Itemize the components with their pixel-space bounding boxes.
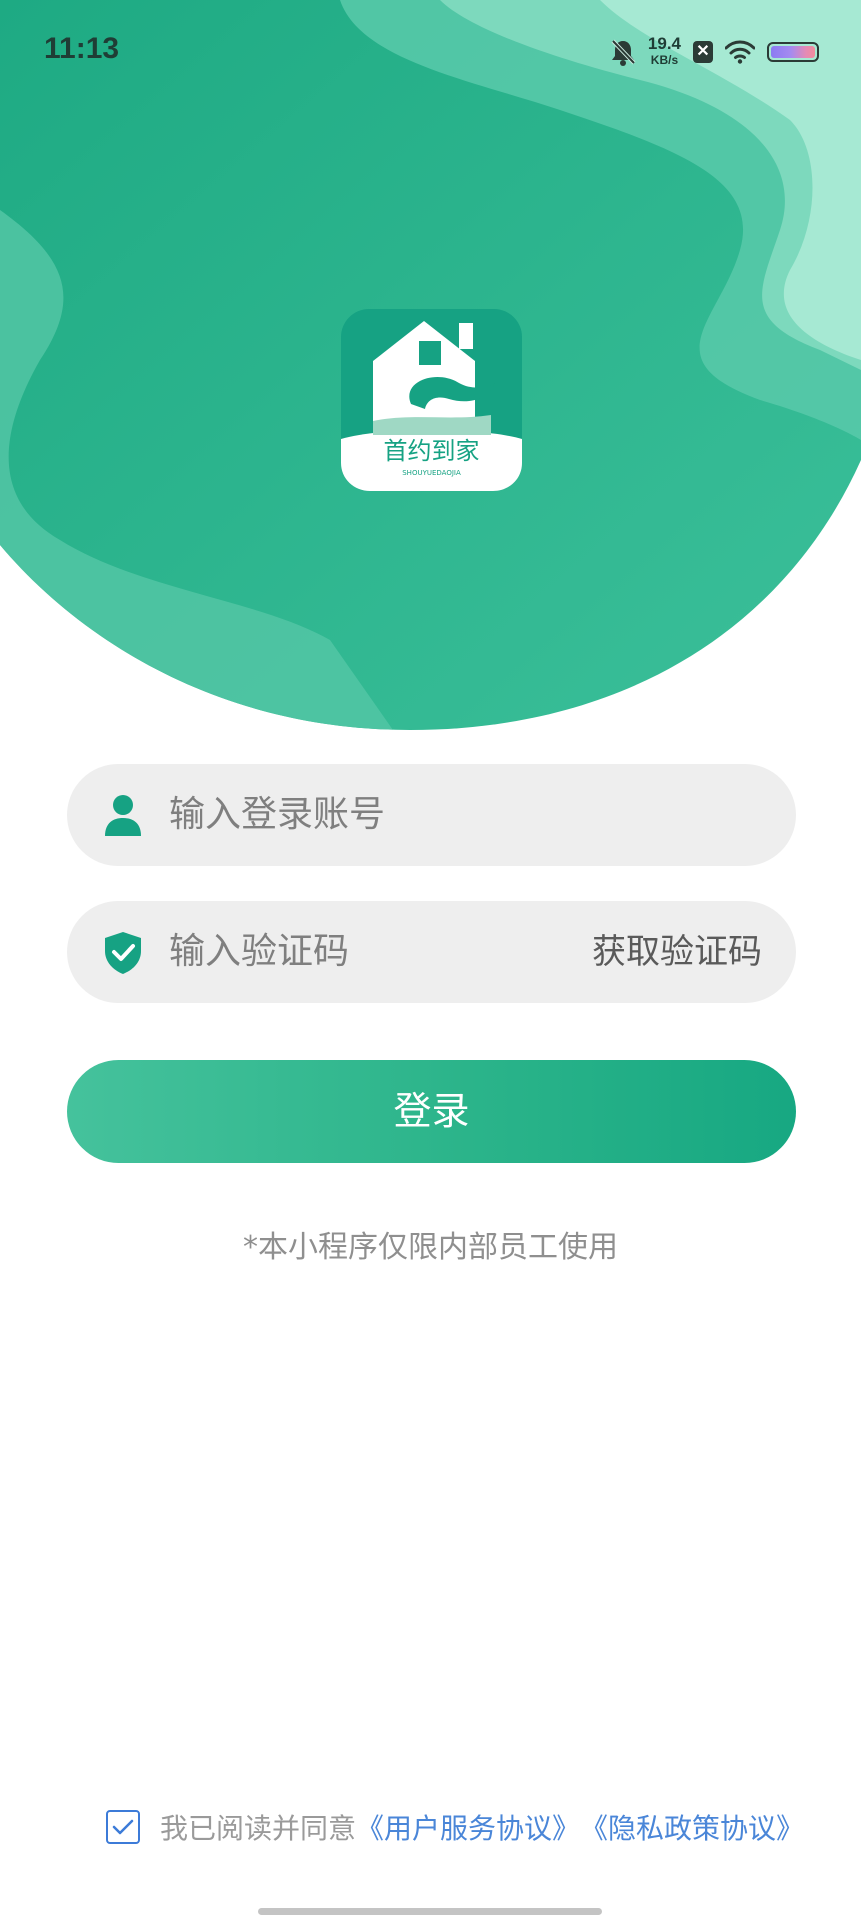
- battery-icon: [767, 42, 819, 62]
- get-code-button[interactable]: 获取验证码: [592, 901, 762, 1003]
- user-icon: [105, 795, 141, 836]
- brand-text: 首约到家: [384, 437, 480, 465]
- network-speed: 19.4 KB/s: [647, 34, 681, 68]
- app-logo: 首约到家 SHOUYUEDAOJIA: [341, 309, 522, 491]
- status-time: 11:13: [44, 32, 120, 65]
- home-indicator[interactable]: [258, 1908, 602, 1915]
- account-placeholder: 输入登录账号: [169, 794, 386, 835]
- sim-x-icon: ✕: [693, 41, 713, 63]
- code-placeholder: 输入验证码: [169, 931, 350, 972]
- privacy-policy-link[interactable]: 《隐私政策协议》: [580, 1807, 804, 1847]
- check-icon: [112, 1819, 134, 1835]
- shield-check-icon: [105, 932, 141, 974]
- battery-level: [771, 46, 815, 58]
- agreement-prefix: 我已阅读并同意: [160, 1812, 357, 1845]
- mute-bell-icon: [611, 39, 636, 66]
- internal-use-note: *本小程序仅限内部员工使用: [243, 1230, 618, 1265]
- status-bar: 11:13 19.4 KB/s ✕: [0, 0, 861, 100]
- net-speed-value: 19.4: [647, 34, 681, 53]
- brand-subtext: SHOUYUEDAOJIA: [402, 469, 461, 477]
- wifi-icon: [725, 40, 755, 64]
- account-input[interactable]: 输入登录账号: [67, 764, 796, 866]
- verification-code-input[interactable]: 输入验证码 获取验证码: [67, 901, 796, 1003]
- agreement-checkbox[interactable]: [106, 1810, 140, 1844]
- login-button[interactable]: 登录: [67, 1060, 796, 1163]
- agreement-row: 我已阅读并同意 《用户服务协议》 《隐私政策协议》: [106, 1806, 804, 1848]
- user-service-agreement-link[interactable]: 《用户服务协议》: [356, 1807, 580, 1847]
- net-speed-unit: KB/s: [650, 53, 679, 67]
- status-icons: 19.4 KB/s ✕: [610, 32, 819, 72]
